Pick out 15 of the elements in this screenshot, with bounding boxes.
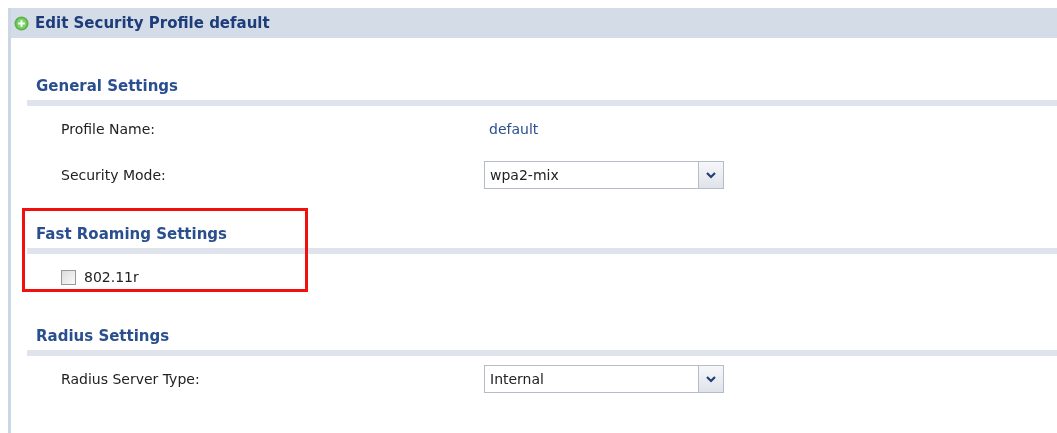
dropdown[interactable]: wpa2-mix (484, 161, 724, 189)
checkbox-label: 802.11r (84, 267, 139, 287)
field-label: Radius Server Type: (61, 369, 201, 389)
field-value: default (489, 119, 539, 139)
field-label: Profile Name: (61, 119, 156, 139)
section-heading: Radius Settings (36, 327, 170, 345)
window-title: Edit Security Profile default (35, 12, 270, 34)
section-heading: General Settings (36, 77, 179, 95)
checkbox[interactable] (61, 269, 76, 285)
field-label: Security Mode: (61, 165, 167, 185)
section-heading: Fast Roaming Settings (36, 225, 227, 243)
chevron-down-icon (706, 375, 716, 383)
chevron-down-icon (706, 171, 716, 179)
dropdown[interactable]: Internal (484, 365, 724, 393)
plus-circle-icon (14, 15, 29, 31)
